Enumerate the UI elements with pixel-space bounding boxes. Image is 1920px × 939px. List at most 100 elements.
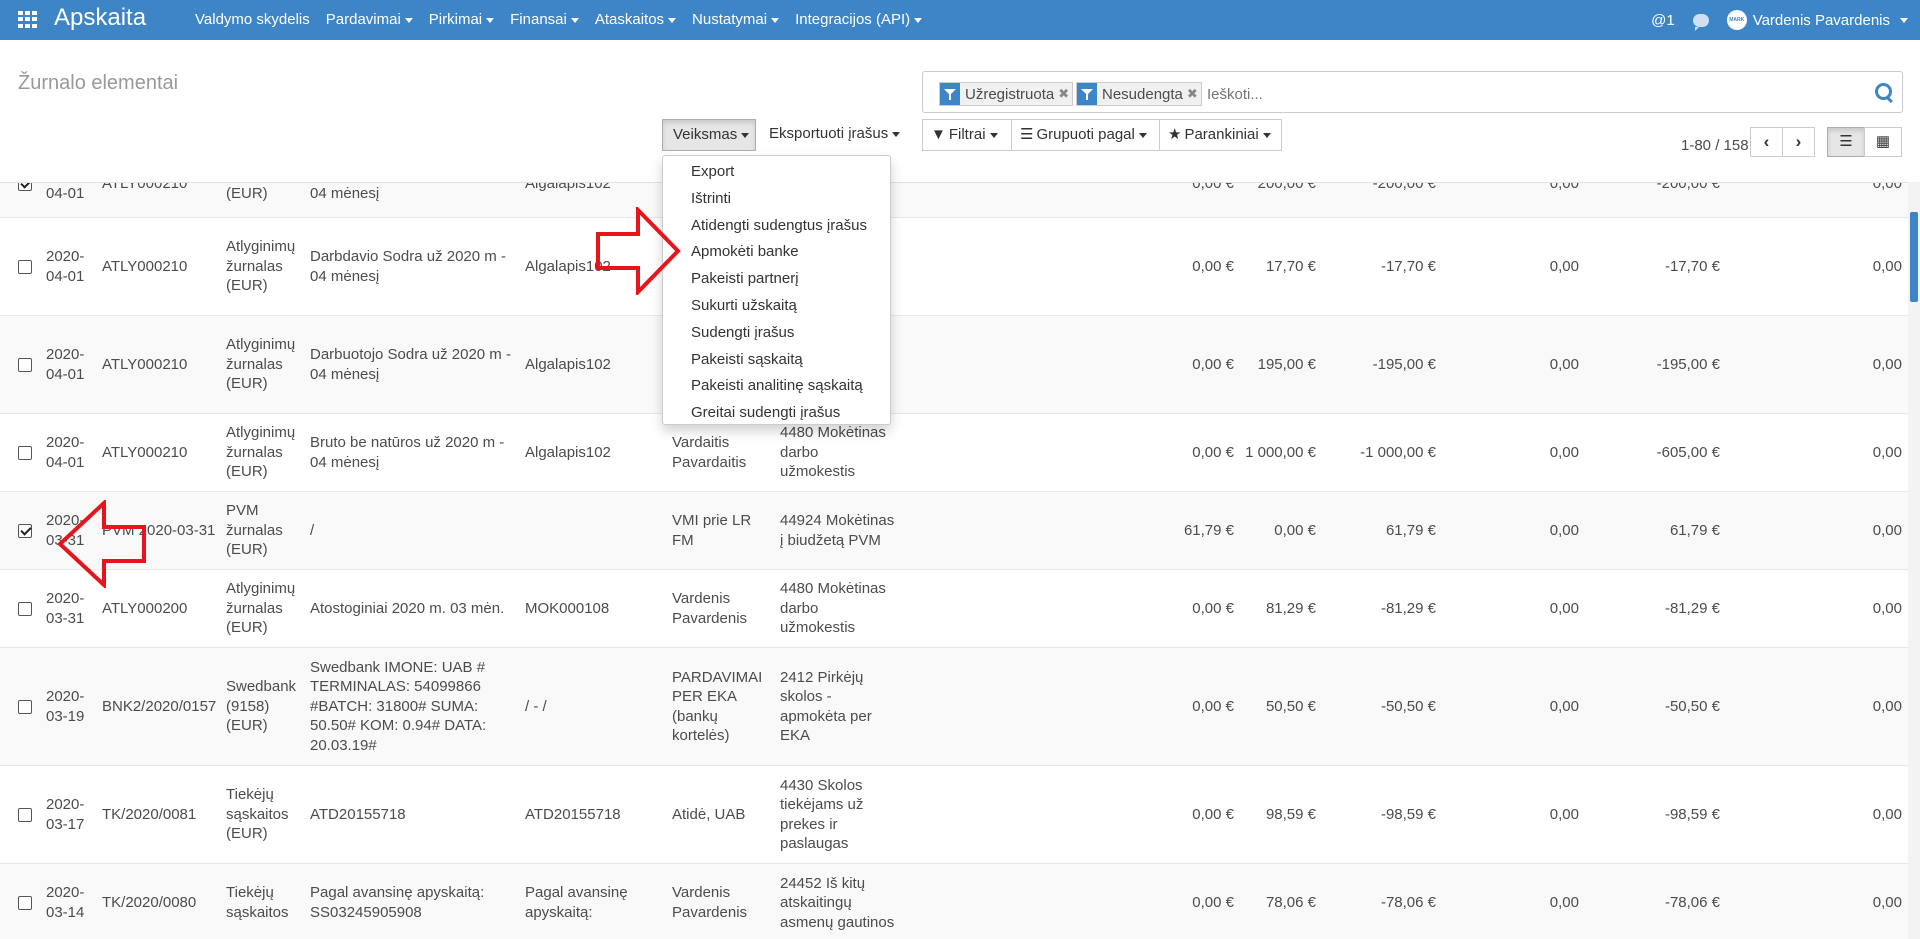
table-row[interactable]: 2020-04-01 ATLY000210 Atlyginimų žurnalas … [0,315,1920,414]
row-checkbox[interactable] [18,807,32,822]
group-by-label: Grupuoti pagal [1036,126,1135,143]
group-by-button[interactable]: ☰ Grupuoti pagal [1011,119,1160,151]
cell-residual: -17,70 € [1664,257,1720,275]
user-menu[interactable]: MARK Vardenis Pavardenis [1726,10,1908,30]
action-menu-item[interactable]: Sukurti užskaitą [663,293,890,320]
filter-icon: ▼ [931,126,946,143]
pivot-view-button[interactable]: ▦ [1864,127,1902,157]
menu-item[interactable]: Integracijos (API) [787,0,930,40]
action-menu-item[interactable]: Export [663,159,890,186]
menu-item[interactable]: Nustatymai [684,0,787,40]
row-select-cell [0,492,42,570]
chevron-down-icon [741,132,750,138]
action-menu-item[interactable]: Apmokėti banke [663,239,890,266]
search-input[interactable] [1205,82,1809,106]
cell-date: 2020-03-31 [46,512,85,549]
row-checkbox[interactable] [18,259,32,274]
chevron-down-icon [989,132,998,138]
chevron-down-icon [668,17,677,23]
cell-c1: 0,00 [1549,805,1579,823]
cell-balance: -50,50 € [1380,697,1436,715]
cell-label: Atostoginiai 2020 m. 03 mėn. [310,599,505,617]
menu-item-label: Pardavimai [325,11,401,28]
action-menu-item[interactable]: Greitai sudengti įrašus [663,400,890,427]
menu-item-label: Pirkimai [428,11,483,28]
filters-label: Filtrai [948,126,986,143]
row-checkbox[interactable] [18,699,32,714]
vertical-scrollbar[interactable] [1908,182,1920,939]
cell-c1: 0,00 [1549,355,1579,373]
menu-item[interactable]: Finansai [502,0,587,40]
menu-item[interactable]: Valdymo skydelis [187,0,318,40]
mentions-counter[interactable]: @1 [1651,12,1675,29]
chevron-down-icon [771,17,780,23]
action-menu-item[interactable]: Pakeisti analitinę sąskaitą [663,373,890,400]
navbar-right: @1 MARK Vardenis Pavardenis [1651,0,1908,40]
cell-label: Darbuotojo Sodra už 2020 m - 04 mėnesį [310,346,511,383]
action-menu-item[interactable]: Pakeisti partnerį [663,266,890,293]
app-brand[interactable]: Apskaita [54,4,146,32]
table-row[interactable]: 2020-03-14 TK/2020/0080 Tiekėjų sąskaitos P… [0,863,1920,939]
cell-journal: Tiekėjų sąskaitos (EUR) [226,786,289,843]
action-menu-item[interactable]: Sudengti įrašus [663,320,890,347]
empty-cell [900,570,1158,648]
cell-date: 2020-03-31 [46,590,85,627]
chat-icon[interactable] [1692,13,1709,31]
menu-item[interactable]: Pirkimai [421,0,502,40]
list-view-button[interactable]: ☰ [1827,127,1865,157]
menu-item[interactable]: Ataskaitos [587,0,684,40]
filters-button[interactable]: ▼ Filtrai [922,119,1012,151]
cell-date: 2020-04-01 [46,248,85,285]
cell-residual: -78,06 € [1664,894,1720,911]
table-row[interactable]: 2020-03-17 TK/2020/0081 Tiekėjų sąskaitos … [0,765,1920,864]
cell-label: Bruto be natūros už 2020 m - 04 mėnesį [310,434,505,471]
chevron-down-icon [404,17,413,23]
remove-facet-icon[interactable]: ✖ [1058,86,1072,102]
table-row[interactable]: 2020-03-31 ATLY000200 Atlyginimų žurnalas … [0,569,1920,648]
user-name: Vardenis Pavardenis [1752,11,1890,29]
action-menu-item[interactable]: Ištrinti [663,186,890,213]
row-checkbox[interactable] [18,601,32,616]
row-checkbox[interactable] [18,445,32,460]
row-select-cell [0,218,42,316]
cell-balance: -195,00 € [1372,355,1436,373]
cell-c2: 0,00 [1872,697,1902,715]
cell-c1: 0,00 [1549,521,1579,539]
menu-item-label: Integracijos (API) [795,11,911,28]
pager-value[interactable]: 1-80 / 158 [1681,137,1749,154]
cell-account: 4430 Skolos tiekėjams už prekes ir pasla… [780,776,864,853]
row-checkbox[interactable] [18,896,32,911]
cell-journal: Atlyginimų žurnalas (EUR) [226,424,296,481]
table-row[interactable]: 2020-03-19 BNK2/2020/0157 Swedbank (9158) … [0,647,1920,766]
remove-facet-icon[interactable]: ✖ [1187,86,1201,102]
cell-date: 2020-04-01 [46,346,85,383]
cell-balance: 61,79 € [1385,521,1436,539]
row-checkbox[interactable] [18,523,32,538]
cell-c2: 0,00 [1872,257,1902,275]
next-page-button[interactable]: › [1782,127,1815,157]
row-checkbox[interactable] [18,357,32,372]
chevron-down-icon [1262,132,1271,138]
table-row[interactable]: 2020-04-01 ATLY000210 Atlyginimų žurnalas … [0,217,1920,316]
cell-balance: -98,59 € [1380,805,1436,823]
action-menu-item[interactable]: Atidengti sudengtus įrašus [663,213,890,240]
cell-ref2: Algalapis102 [525,355,611,373]
apps-grid-icon[interactable] [18,11,37,28]
table-row[interactable]: 2020-03-31 PVM 2020-03-31 PVM žurnalas (EU… [0,491,1920,570]
cell-balance: -81,29 € [1380,599,1436,617]
search-facet: Nesudengta ✖ [1076,82,1202,106]
table-row[interactable]: 2020-04-01 ATLY000210 Atlyginimų žurnalas … [0,413,1920,492]
top-navbar: Apskaita Valdymo skydelis Pardavimai Pirki… [0,0,1920,40]
row-select-cell [0,648,42,766]
action-menu-item[interactable]: Pakeisti sąskaitą [663,347,890,374]
scrollbar-thumb[interactable] [1910,212,1918,302]
export-records-button[interactable]: Eksportuoti įrašus [760,119,910,151]
cell-ref: TK/2020/0081 [102,805,197,823]
cell-partner: PARDAVIMAI PER EKA (bankų kortelės) [672,668,763,745]
search-icon[interactable] [1874,82,1894,102]
previous-page-button[interactable]: ‹ [1750,127,1783,157]
favorites-button[interactable]: ★ Parankiniai [1159,119,1282,151]
action-button[interactable]: Veiksmas [662,119,756,151]
action-dropdown-menu: Export Ištrinti Atidengti sudengtus įrašus… [662,155,891,425]
menu-item[interactable]: Pardavimai [318,0,421,40]
